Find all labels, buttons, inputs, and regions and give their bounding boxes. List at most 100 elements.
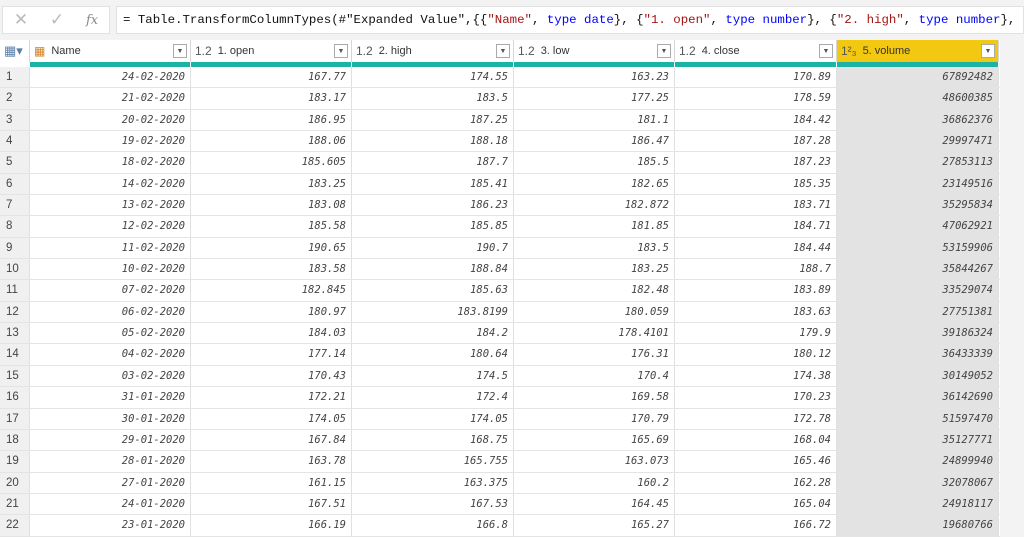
table-cell[interactable]: 23149516 [837,173,999,195]
table-cell[interactable]: 184.42 [675,109,837,131]
row-number[interactable]: 1 [0,67,30,88]
table-cell[interactable]: 187.7 [352,152,514,173]
table-cell[interactable]: 162.28 [675,472,837,493]
table-cell[interactable]: 168.75 [352,429,514,451]
table-cell[interactable]: 187.23 [675,152,837,173]
table-cell[interactable]: 166.19 [191,515,352,536]
table-cell[interactable]: 174.5 [352,365,514,387]
table-cell[interactable]: 21-02-2020 [30,88,191,109]
table-cell[interactable]: 165.755 [352,451,514,472]
table-cell[interactable]: 13-02-2020 [30,195,191,216]
table-cell[interactable]: 183.25 [191,173,352,195]
table-cell[interactable]: 27-01-2020 [30,472,191,493]
table-cell[interactable]: 172.21 [191,387,352,408]
table-cell[interactable]: 165.27 [514,515,675,536]
table-cell[interactable]: 167.51 [191,493,352,515]
table-cell[interactable]: 183.89 [675,280,837,301]
table-cell[interactable]: 67892482 [837,67,999,88]
table-cell[interactable]: 184.44 [675,237,837,259]
table-cell[interactable]: 186.47 [514,131,675,152]
row-number[interactable]: 6 [0,173,30,195]
table-cell[interactable]: 170.89 [675,67,837,88]
table-cell[interactable]: 161.15 [191,472,352,493]
table-menu-button[interactable]: ▦▾ [0,40,30,62]
row-number[interactable]: 11 [0,280,30,301]
type-icon[interactable]: ▦ [34,44,45,58]
row-number[interactable]: 7 [0,195,30,216]
cancel-icon[interactable]: ✕ [14,10,28,30]
table-cell[interactable]: 165.46 [675,451,837,472]
table-cell[interactable]: 174.55 [352,67,514,88]
table-cell[interactable]: 53159906 [837,237,999,259]
table-cell[interactable]: 188.7 [675,259,837,280]
table-cell[interactable]: 06-02-2020 [30,301,191,323]
table-cell[interactable]: 24-01-2020 [30,493,191,515]
row-number[interactable]: 5 [0,152,30,173]
table-cell[interactable]: 169.58 [514,387,675,408]
table-cell[interactable]: 29-01-2020 [30,429,191,451]
table-cell[interactable]: 29997471 [837,131,999,152]
table-cell[interactable]: 172.78 [675,408,837,429]
table-cell[interactable]: 163.78 [191,451,352,472]
table-cell[interactable]: 183.5 [514,237,675,259]
table-cell[interactable]: 187.25 [352,109,514,131]
table-cell[interactable]: 178.59 [675,88,837,109]
table-cell[interactable]: 05-02-2020 [30,323,191,344]
table-cell[interactable]: 30-01-2020 [30,408,191,429]
table-cell[interactable]: 182.845 [191,280,352,301]
table-cell[interactable]: 180.64 [352,344,514,365]
row-number[interactable]: 16 [0,387,30,408]
row-number[interactable]: 9 [0,237,30,259]
table-cell[interactable]: 166.8 [352,515,514,536]
table-cell[interactable]: 165.04 [675,493,837,515]
table-cell[interactable]: 183.71 [675,195,837,216]
table-cell[interactable]: 185.58 [191,216,352,237]
table-cell[interactable]: 32078067 [837,472,999,493]
table-cell[interactable]: 168.04 [675,429,837,451]
row-number[interactable]: 14 [0,344,30,365]
table-cell[interactable]: 36142690 [837,387,999,408]
row-number[interactable]: 19 [0,451,30,472]
table-cell[interactable]: 19-02-2020 [30,131,191,152]
table-cell[interactable]: 30149052 [837,365,999,387]
type-icon[interactable]: 1.2 [679,44,696,58]
row-number[interactable]: 21 [0,493,30,515]
table-cell[interactable]: 165.69 [514,429,675,451]
table-cell[interactable]: 174.38 [675,365,837,387]
table-cell[interactable]: 182.48 [514,280,675,301]
table-cell[interactable]: 164.45 [514,493,675,515]
row-number[interactable]: 18 [0,429,30,451]
table-cell[interactable]: 180.97 [191,301,352,323]
table-cell[interactable]: 187.28 [675,131,837,152]
table-cell[interactable]: 183.58 [191,259,352,280]
table-cell[interactable]: 188.84 [352,259,514,280]
table-cell[interactable]: 185.85 [352,216,514,237]
table-cell[interactable]: 177.14 [191,344,352,365]
type-icon[interactable]: 1.2 [356,44,373,58]
table-cell[interactable]: 185.35 [675,173,837,195]
table-cell[interactable]: 184.71 [675,216,837,237]
table-cell[interactable]: 181.85 [514,216,675,237]
table-cell[interactable]: 35844267 [837,259,999,280]
table-cell[interactable]: 186.95 [191,109,352,131]
table-cell[interactable]: 170.23 [675,387,837,408]
column-header-high[interactable]: 1.2 2. high ▼ [352,40,514,62]
column-header-low[interactable]: 1.2 3. low ▼ [514,40,675,62]
table-cell[interactable]: 170.79 [514,408,675,429]
table-cell[interactable]: 39186324 [837,323,999,344]
filter-dropdown-icon[interactable]: ▼ [981,44,995,58]
table-cell[interactable]: 183.25 [514,259,675,280]
row-number[interactable]: 12 [0,301,30,323]
filter-dropdown-icon[interactable]: ▼ [496,44,510,58]
table-cell[interactable]: 35295834 [837,195,999,216]
row-number[interactable]: 13 [0,323,30,344]
filter-dropdown-icon[interactable]: ▼ [173,44,187,58]
table-cell[interactable]: 35127771 [837,429,999,451]
table-cell[interactable]: 185.41 [352,173,514,195]
table-cell[interactable]: 179.9 [675,323,837,344]
table-cell[interactable]: 12-02-2020 [30,216,191,237]
filter-dropdown-icon[interactable]: ▼ [657,44,671,58]
table-cell[interactable]: 33529074 [837,280,999,301]
column-header-close[interactable]: 1.2 4. close ▼ [675,40,837,62]
table-cell[interactable]: 18-02-2020 [30,152,191,173]
